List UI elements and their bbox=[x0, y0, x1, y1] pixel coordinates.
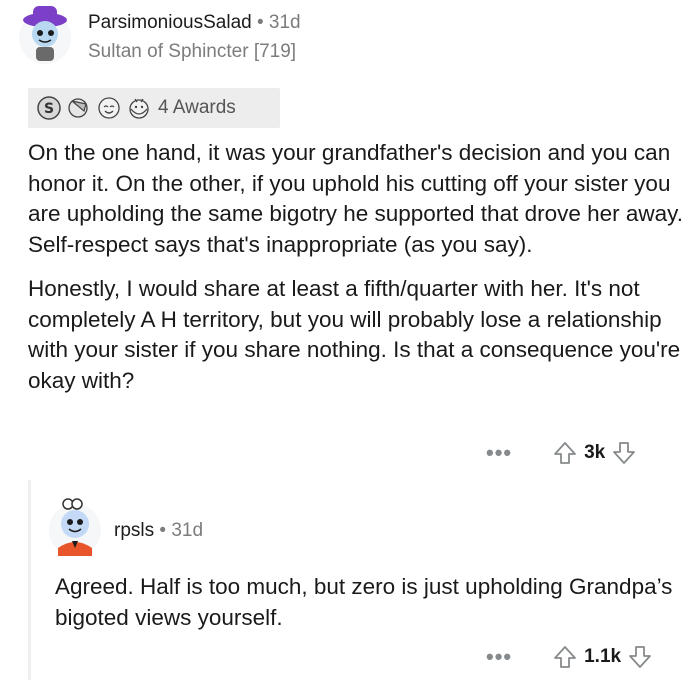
downvote-icon[interactable] bbox=[627, 644, 653, 670]
vote-score: 1.1k bbox=[584, 646, 622, 667]
comment-actions: ••• 3k bbox=[486, 440, 637, 466]
reply-age[interactable]: 31d bbox=[171, 520, 203, 541]
upvote-icon[interactable] bbox=[552, 644, 578, 670]
vote-score: 3k bbox=[584, 442, 606, 463]
comment-paragraph: On the one hand, it was your grandfather… bbox=[28, 140, 683, 257]
facepalm-award-icon bbox=[68, 98, 88, 118]
comment-username[interactable]: ParsimoniousSalad bbox=[88, 12, 252, 33]
awards-count: 4 Awards bbox=[158, 97, 236, 118]
more-options-button[interactable]: ••• bbox=[486, 440, 512, 466]
meta-separator: • bbox=[256, 12, 264, 33]
downvote-icon[interactable] bbox=[611, 440, 637, 466]
hugz-award-icon bbox=[129, 98, 149, 119]
thread-line[interactable] bbox=[28, 480, 31, 680]
comment-body: On the one hand, it was your grandfather… bbox=[28, 138, 688, 410]
reply-username[interactable]: rpsls bbox=[114, 520, 154, 541]
silver-award-icon: S bbox=[37, 96, 61, 120]
comment-paragraph: Honestly, I would share at least a fifth… bbox=[28, 276, 681, 393]
reply-avatar[interactable] bbox=[48, 496, 102, 562]
reply-actions: ••• 1.1k bbox=[486, 644, 653, 670]
wholesome-award-icon bbox=[98, 97, 120, 119]
awards-bar[interactable]: S 4 Awards bbox=[28, 88, 280, 128]
user-avatar[interactable] bbox=[14, 4, 76, 66]
comment-age[interactable]: 31d bbox=[269, 12, 301, 33]
upvote-icon[interactable] bbox=[552, 440, 578, 466]
user-flair: Sultan of Sphincter [719] bbox=[88, 41, 297, 62]
reply-author-line: rpsls • 31d bbox=[114, 520, 203, 542]
comment-author-line: ParsimoniousSalad • 31d bbox=[88, 12, 301, 34]
reply-body: Agreed. Half is too much, but zero is ju… bbox=[55, 574, 673, 630]
meta-separator: • bbox=[159, 520, 167, 541]
more-options-button[interactable]: ••• bbox=[486, 644, 512, 670]
svg-text:S: S bbox=[44, 101, 54, 117]
